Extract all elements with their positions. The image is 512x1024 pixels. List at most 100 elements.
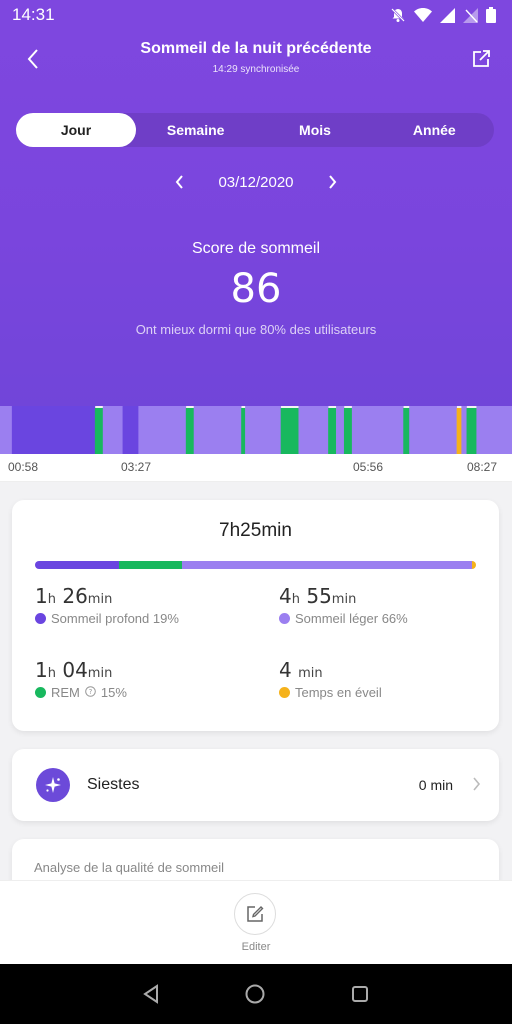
time-axis: 00:58 03:27 05:56 08:27 bbox=[0, 454, 512, 482]
light-minutes: 55 bbox=[306, 584, 332, 608]
time-label-3: 05:56 bbox=[353, 460, 384, 474]
timeline-segment-deep bbox=[122, 406, 139, 454]
timeline-segment-light bbox=[245, 406, 282, 454]
status-bar: 14:31 bbox=[0, 0, 512, 30]
tab-semaine[interactable]: Semaine bbox=[136, 113, 255, 147]
timeline-segment-awake bbox=[456, 408, 462, 454]
tab-annee[interactable]: Année bbox=[375, 113, 494, 147]
score-value: 86 bbox=[230, 266, 282, 312]
chevron-left-icon bbox=[175, 175, 183, 189]
score-comparison: Ont mieux dormi que 80% des utilisateurs bbox=[135, 322, 377, 337]
timeline-segment-light bbox=[298, 406, 329, 454]
unit-min: min bbox=[87, 666, 113, 681]
time-label-end: 08:27 bbox=[467, 460, 498, 474]
sleep-header: Sommeil de la nuit précédente 14:29 sync… bbox=[0, 30, 512, 406]
naps-label: Siestes bbox=[87, 776, 140, 793]
timeline-segment-light bbox=[0, 406, 13, 454]
bar-segment-deep bbox=[35, 561, 120, 569]
nav-recents-button[interactable] bbox=[348, 982, 372, 1006]
awake-minutes: 4 bbox=[279, 658, 292, 682]
wifi-icon bbox=[414, 8, 432, 22]
timeline-segment-light bbox=[461, 406, 467, 454]
chevron-right-icon bbox=[329, 175, 337, 189]
sleep-timeline bbox=[0, 406, 512, 454]
sleep-summary-card: 7h25min 1h 26min Sommeil profond 19% 4h … bbox=[12, 500, 499, 731]
square-recents-icon bbox=[352, 986, 368, 1002]
status-time: 14:31 bbox=[12, 5, 55, 24]
timeline-segment-rem bbox=[185, 408, 195, 454]
light-hours: 4 bbox=[279, 584, 292, 608]
total-sleep-duration: 7h25min bbox=[219, 520, 292, 541]
system-nav-bar bbox=[0, 964, 512, 1024]
bar-segment-rem bbox=[119, 561, 183, 569]
light-sleep-duration: 4h 55min bbox=[279, 584, 408, 608]
rem-percent: 15% bbox=[100, 685, 127, 700]
unit-min: min bbox=[87, 592, 113, 607]
timeline-segment-light bbox=[409, 406, 457, 454]
signal-icon bbox=[440, 7, 455, 23]
sparkle-icon bbox=[36, 768, 70, 802]
date-navigator: 03/12/2020 bbox=[0, 170, 512, 194]
timeline-segment-light bbox=[102, 406, 123, 454]
timeline-segment-rem bbox=[343, 408, 353, 454]
deep-sleep-dot bbox=[35, 613, 46, 624]
unit-h: h bbox=[47, 666, 56, 681]
timeline-segment-light bbox=[351, 406, 404, 454]
sync-status: 14:29 synchronisée bbox=[212, 64, 300, 75]
tab-mois[interactable]: Mois bbox=[255, 113, 374, 147]
naps-row[interactable]: Siestes 0 min bbox=[12, 749, 499, 821]
rem-label: REM bbox=[51, 685, 80, 700]
stage-proportion-bar bbox=[35, 561, 476, 569]
sleep-timeline-chart bbox=[0, 406, 512, 454]
svg-text:?: ? bbox=[89, 688, 93, 696]
battery-icon bbox=[486, 7, 496, 23]
timeline-segment-light bbox=[476, 406, 512, 454]
score-label: Score de sommeil bbox=[191, 240, 321, 257]
rem-minutes: 04 bbox=[62, 658, 88, 682]
time-label-2: 03:27 bbox=[121, 460, 152, 474]
timeline-segment-light bbox=[193, 406, 242, 454]
page-title: Sommeil de la nuit précédente bbox=[140, 40, 372, 57]
previous-day-button[interactable] bbox=[170, 173, 188, 191]
deep-hours: 1 bbox=[35, 584, 48, 608]
bottom-panel: Editer bbox=[0, 880, 512, 964]
awake-duration: 4 min bbox=[279, 658, 382, 682]
stat-awake: 4 min Temps en éveil bbox=[279, 658, 382, 700]
stat-light-sleep: 4h 55min Sommeil léger 66% bbox=[279, 584, 408, 626]
timeline-segment-rem bbox=[403, 408, 410, 454]
bar-segment-awake bbox=[472, 561, 476, 569]
timeline-segment-deep bbox=[11, 406, 96, 454]
help-icon[interactable]: ? bbox=[85, 685, 96, 700]
edit-button[interactable] bbox=[234, 893, 276, 935]
deep-sleep-duration: 1h 26min bbox=[35, 584, 179, 608]
timeline-segment-rem bbox=[241, 408, 246, 454]
share-icon bbox=[473, 50, 490, 67]
current-date: 03/12/2020 bbox=[218, 173, 294, 191]
unit-h: h bbox=[47, 592, 56, 607]
analysis-title: Analyse de la qualité de sommeil bbox=[34, 860, 225, 875]
next-day-button[interactable] bbox=[324, 173, 342, 191]
circle-home-icon bbox=[245, 984, 265, 1004]
stat-deep-sleep: 1h 26min Sommeil profond 19% bbox=[35, 584, 179, 626]
naps-value: 0 min bbox=[418, 777, 453, 793]
time-label-start: 00:58 bbox=[8, 460, 39, 474]
timeline-segment-rem bbox=[94, 408, 104, 454]
awake-dot bbox=[279, 687, 290, 698]
rem-dot bbox=[35, 687, 46, 698]
bar-segment-light bbox=[182, 561, 473, 569]
tab-jour[interactable]: Jour bbox=[16, 113, 136, 147]
stat-rem: 1h 04min REM ? 15% bbox=[35, 658, 127, 700]
awake-label: Temps en éveil bbox=[295, 685, 382, 700]
period-tabs: Jour Semaine Mois Année bbox=[16, 113, 494, 147]
chevron-right-icon bbox=[472, 776, 481, 797]
nav-back-button[interactable] bbox=[139, 982, 163, 1006]
no-sim-icon bbox=[463, 7, 478, 23]
nav-home-button[interactable] bbox=[243, 982, 267, 1006]
edit-icon bbox=[247, 906, 264, 922]
rem-hours: 1 bbox=[35, 658, 48, 682]
timeline-segment-rem bbox=[280, 408, 299, 454]
share-button[interactable] bbox=[466, 44, 496, 74]
rem-duration: 1h 04min bbox=[35, 658, 127, 682]
unit-min: min bbox=[331, 592, 357, 607]
deep-sleep-label: Sommeil profond 19% bbox=[51, 611, 179, 626]
